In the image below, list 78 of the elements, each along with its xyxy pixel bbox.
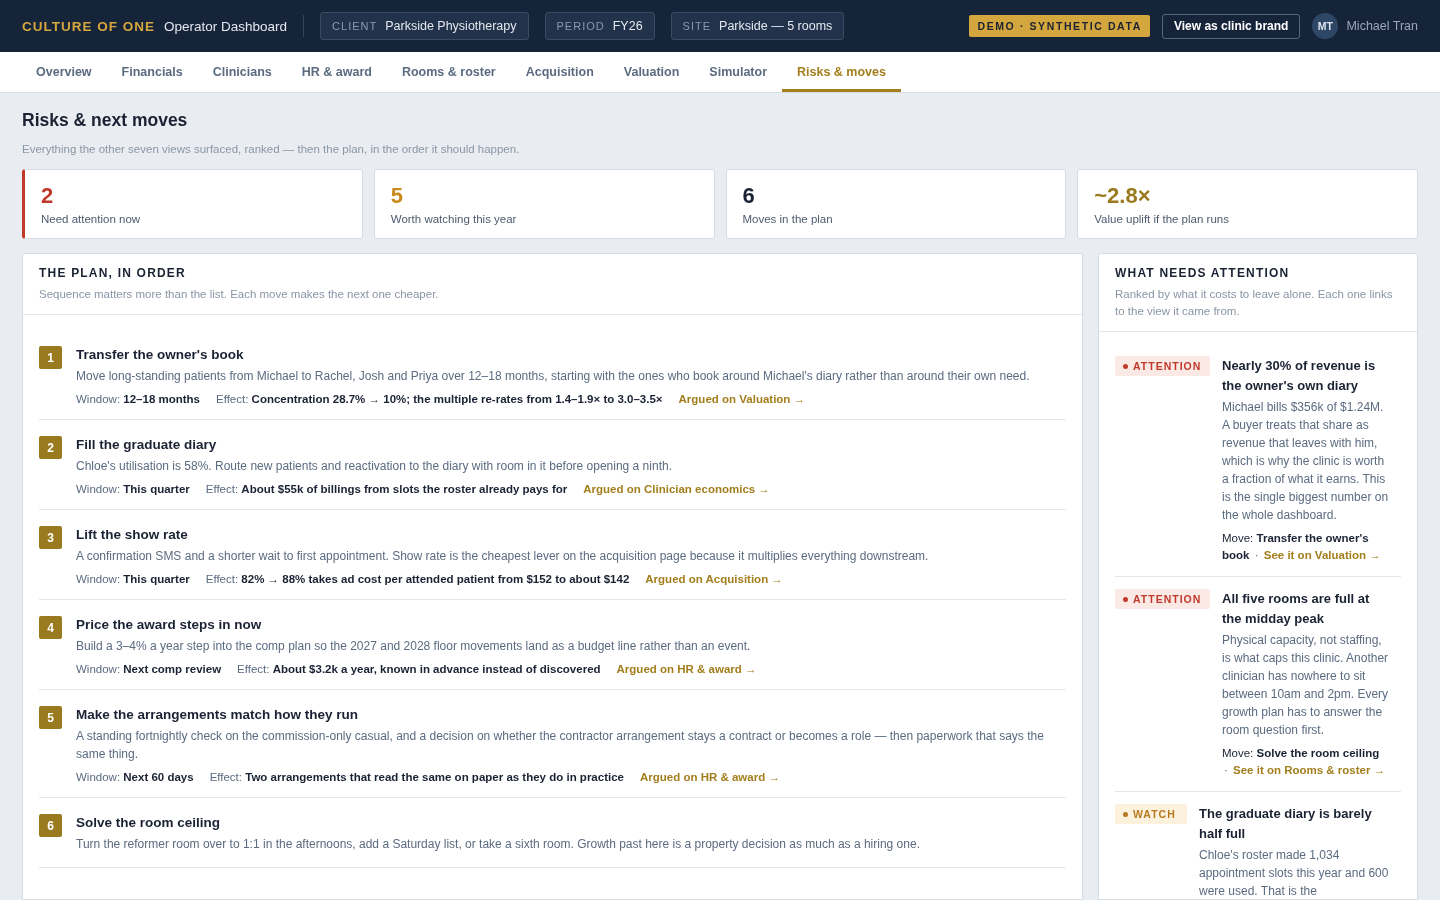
view-link[interactable]: Argued on Clinician economics → xyxy=(583,483,770,495)
risk-description: Michael bills $356k of $1.24M. A buyer treats that share as revenue that leaves with him, which is why the clinic is worth a fraction of what it earns. This is the single biggest number on the whole dashboard. xyxy=(1222,399,1389,524)
panel-subtitle: Ranked by what it costs to leave alone. Each one links to the view it came from. xyxy=(1115,287,1394,319)
effect-text: Effect: 82% → 88% takes ad cost per attended patient from $152 to about $142 xyxy=(205,573,630,585)
view-link[interactable]: See it on Rooms & roster → xyxy=(1233,764,1386,776)
stat-value: 6 xyxy=(742,183,756,209)
status-badge: ATTENTION xyxy=(1115,589,1210,609)
stat-label: Worth watching this year xyxy=(390,213,518,225)
step-description: A confirmation SMS and a shorter wait to first appointment. Show rate is the cheapest lever on the acquisition page because it multiplies everything downstream. xyxy=(76,548,930,565)
effect-text: Effect: About $55k of billings from slots the roster already pays for xyxy=(205,483,568,495)
risk-title: Nearly 30% of revenue is the owner's own diary xyxy=(1222,357,1377,395)
risk-title: All five rooms are full at the midday peak xyxy=(1222,590,1371,628)
window-text: Window: This quarter xyxy=(76,573,190,585)
nav-tab[interactable]: Financials xyxy=(106,52,198,92)
step-description: Turn the reformer room over to 1:1 in the afternoons, add a Saturday list, or take a sixth room. Growth past here is a property decision as much as a hiring one. xyxy=(76,836,921,853)
view-link[interactable]: See it on Valuation → xyxy=(1263,549,1381,561)
step-number: 1 xyxy=(39,346,62,369)
panel-title: WHAT NEEDS ATTENTION xyxy=(1115,266,1291,280)
user-avatar[interactable]: MT xyxy=(1312,13,1339,39)
effect-text: Effect: Two arrangements that read the same on paper as they do in practice xyxy=(209,771,624,783)
effect-text: Effect: About $3.2k a year, known in advance instead of discovered xyxy=(237,663,601,675)
view-link[interactable]: Argued on HR & award → xyxy=(616,663,757,675)
risk-title: The graduate diary is barely half full xyxy=(1199,805,1373,843)
nav-tab[interactable]: Clinicians xyxy=(197,52,287,92)
page-title: Risks & next moves xyxy=(22,110,189,131)
nav-tab[interactable]: HR & award xyxy=(286,52,387,92)
nav-tab[interactable]: Acquisition xyxy=(510,52,609,92)
risk-description: Physical capacity, not staffing, is what caps this clinic. Another clinician has nowhere to sit between 10am and 2pm. Every growth plan has to answer the room question first. xyxy=(1222,632,1389,739)
step-description: Chloe's utilisation is 58%. Route new patients and reactivation to the diary with room in it before opening a ninth. xyxy=(76,458,673,475)
nav-tab[interactable]: Risks & moves xyxy=(782,52,901,92)
stat-value: ~2.8× xyxy=(1094,183,1152,209)
step-description: Build a 3–4% a year step into the comp plan so the 2027 and 2028 floor movements land as a budget line rather than an event. xyxy=(76,638,752,655)
step-title: Transfer the owner's book xyxy=(76,347,245,362)
stat-label: Value uplift if the plan runs xyxy=(1094,213,1230,225)
stat-value: 2 xyxy=(41,183,55,209)
window-text: Window: 12–18 months xyxy=(76,393,200,405)
step-title: Make the arrangements match how they run xyxy=(76,707,360,722)
nav-tab[interactable]: Valuation xyxy=(608,52,695,92)
demo-badge: DEMO · SYNTHETIC DATA xyxy=(969,15,1150,37)
step-number: 4 xyxy=(39,616,62,639)
clinic-brand-button[interactable]: View as clinic brand xyxy=(1161,13,1301,39)
step-title: Fill the graduate diary xyxy=(76,437,218,452)
brand-logo: CULTURE OF ONE xyxy=(22,18,155,34)
nav-tab[interactable]: Rooms & roster xyxy=(386,52,511,92)
nav-tab[interactable]: Simulator xyxy=(694,52,782,92)
move-text: Move: Solve the room ceiling · See it on Rooms & roster → xyxy=(1222,746,1387,778)
stat-value: 5 xyxy=(390,183,404,209)
step-number: 5 xyxy=(39,706,62,729)
nav-tab[interactable]: Overview xyxy=(21,52,107,92)
window-text: Window: Next 60 days xyxy=(76,771,194,783)
stat-label: Moves in the plan xyxy=(742,213,834,225)
step-title: Solve the room ceiling xyxy=(76,815,222,830)
risk-description: Chloe's roster made 1,034 appointment slots this year and 600 were used. That is the xyxy=(1199,847,1389,899)
window-text: Window: Next comp review xyxy=(76,663,222,675)
status-badge: ATTENTION xyxy=(1115,356,1210,376)
context-selector[interactable]: CLIENT Parkside Physiotherapy xyxy=(320,12,529,40)
window-text: Window: This quarter xyxy=(76,483,190,495)
page-subtitle: Everything the other seven views surfaced, ranked — then the plan, in the order it should happen. xyxy=(22,143,521,155)
step-number: 3 xyxy=(39,526,62,549)
step-description: Move long-standing patients from Michael to Rachel, Josh and Priya over 12–18 months, starting with the ones who book around Michael's diary rather than around their own need. xyxy=(76,368,1031,385)
view-link[interactable]: Argued on HR & award → xyxy=(640,771,780,783)
step-description: A standing fortnightly check on the commission-only casual, and a decision on whether the contractor arrangement stays a contract or becomes a role — then paperwork that says the same thing. xyxy=(76,728,1045,763)
view-link[interactable]: Argued on Valuation → xyxy=(678,393,806,405)
view-link[interactable]: Argued on Acquisition → xyxy=(645,573,783,585)
effect-text: Effect: Concentration 28.7% → 10%; the multiple re-rates from 1.4–1.9× to 3.0–3.5× xyxy=(216,393,663,405)
step-number: 2 xyxy=(39,436,62,459)
status-badge: WATCH xyxy=(1115,804,1187,824)
step-title: Lift the show rate xyxy=(76,527,189,542)
panel-subtitle: Sequence matters more than the list. Each move makes the next one cheaper. xyxy=(39,287,440,302)
app-title: Operator Dashboard xyxy=(164,18,288,34)
stat-label: Need attention now xyxy=(41,213,142,225)
step-number: 6 xyxy=(39,814,62,837)
context-selector[interactable]: PERIOD FY26 xyxy=(544,12,655,40)
user-name: Michael Tran xyxy=(1346,19,1418,33)
context-selector[interactable]: SITE Parkside — 5 rooms xyxy=(670,12,845,40)
panel-title: THE PLAN, IN ORDER xyxy=(39,266,187,280)
move-text: Move: Transfer the owner's book · See it on Valuation → xyxy=(1222,531,1382,563)
step-title: Price the award steps in now xyxy=(76,617,263,632)
